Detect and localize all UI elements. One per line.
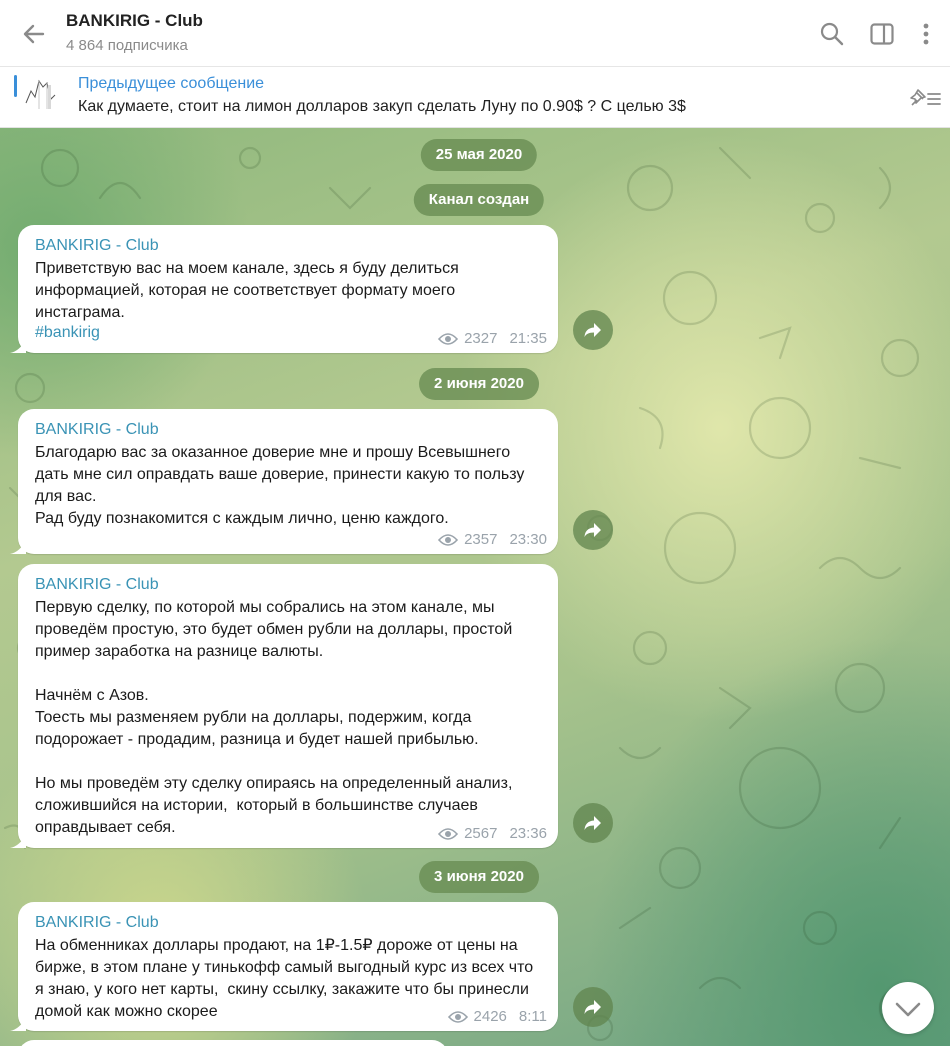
view-count: 2567 [464, 825, 498, 842]
message-meta: 2327 21:35 [438, 330, 547, 347]
message-text: Приветствую вас на моем канале, здесь я … [35, 260, 464, 321]
chevron-down-icon [895, 1002, 921, 1017]
forward-icon [584, 523, 601, 537]
more-button[interactable] [912, 20, 940, 48]
bubble-tail [10, 540, 26, 554]
eye-icon [438, 332, 459, 345]
pinned-text: Как думаете, стоит на лимон долларов зак… [78, 98, 686, 115]
view-count: 2357 [464, 531, 498, 548]
view-count: 2426 [473, 1008, 507, 1025]
pinned-thumbnail [22, 73, 66, 117]
sidebar-toggle-icon [870, 23, 894, 45]
date-separator: 2 июня 2020 [419, 368, 539, 400]
service-message: Канал создан [413, 184, 545, 216]
bubble-tail [10, 834, 26, 848]
arrow-left-icon [23, 24, 45, 44]
forward-button[interactable] [573, 987, 613, 1027]
forward-icon [584, 816, 601, 830]
back-button[interactable] [18, 18, 50, 50]
message-meta: 2426 8:11 [447, 1008, 547, 1025]
message-bubble-partial[interactable] [18, 1040, 448, 1060]
message-time: 21:35 [509, 330, 547, 347]
bubble-tail [10, 339, 26, 353]
pinned-message-bar[interactable]: Предыдущее сообщение Как думаете, стоит … [0, 67, 950, 128]
forward-icon [584, 1000, 601, 1014]
eye-icon [447, 1010, 468, 1023]
message-bubble[interactable]: BANKIRIG - Club На обменниках доллары пр… [10, 902, 558, 1031]
pinned-indicator [14, 75, 17, 97]
subscriber-count: 4 864 подписчика [66, 37, 188, 54]
forward-button[interactable] [573, 510, 613, 550]
pin-list-icon [910, 89, 941, 106]
forward-button[interactable] [573, 310, 613, 350]
eye-icon [438, 827, 459, 840]
bubble-tail [10, 1017, 26, 1031]
search-button[interactable] [818, 20, 846, 48]
message-bubble[interactable]: BANKIRIG - Club Благодарю вас за оказанн… [10, 409, 558, 554]
date-separator: 25 мая 2020 [420, 139, 538, 171]
message-time: 23:30 [509, 531, 547, 548]
sidebar-toggle-button[interactable] [868, 20, 896, 48]
chat-header: BANKIRIG - Club 4 864 подписчика [0, 0, 950, 67]
channel-title[interactable]: BANKIRIG - Club [66, 11, 203, 31]
message-author[interactable]: BANKIRIG - Club [35, 235, 540, 257]
view-count: 2327 [464, 330, 498, 347]
message-author[interactable]: BANKIRIG - Club [35, 574, 540, 596]
message-author[interactable]: BANKIRIG - Club [35, 912, 540, 934]
scroll-to-bottom-button[interactable] [882, 982, 934, 1034]
search-icon [820, 22, 844, 46]
message-time: 8:11 [518, 1008, 547, 1025]
message-bubble[interactable]: BANKIRIG - Club Первую сделку, по которо… [10, 564, 558, 848]
message-author[interactable]: BANKIRIG - Club [35, 419, 540, 441]
message-time: 23:36 [509, 825, 547, 842]
date-separator: 3 июня 2020 [419, 861, 539, 893]
forward-icon [584, 323, 601, 337]
eye-icon [438, 533, 459, 546]
more-vertical-icon [923, 23, 929, 45]
pinned-title: Предыдущее сообщение [78, 75, 265, 92]
message-meta: 2357 23:30 [438, 531, 547, 548]
forward-button[interactable] [573, 803, 613, 843]
pinned-list-button[interactable] [906, 86, 942, 110]
message-text: Первую сделку, по которой мы собрались н… [35, 599, 513, 836]
message-text: Благодарю вас за оказанное доверие мне и… [35, 444, 525, 527]
message-meta: 2567 23:36 [438, 825, 547, 842]
message-bubble[interactable]: BANKIRIG - Club Приветствую вас на моем … [10, 225, 558, 353]
